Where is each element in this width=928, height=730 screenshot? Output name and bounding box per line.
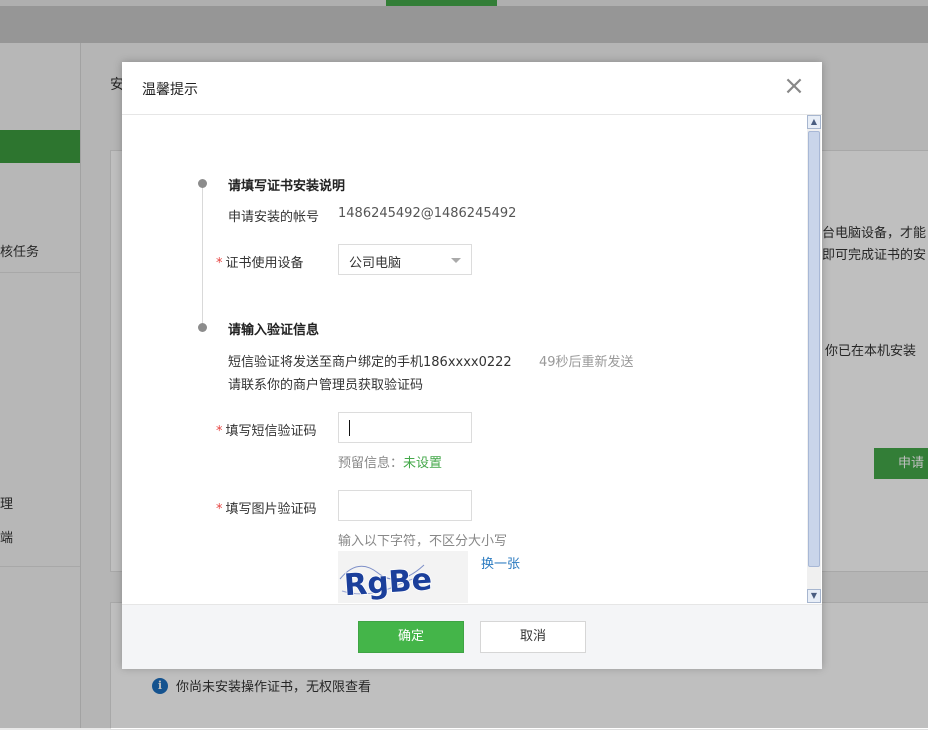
sms-code-label: * 填写短信验证码 xyxy=(216,420,317,439)
account-value: 1486245492@1486245492 xyxy=(338,206,517,221)
tips-dialog: 温馨提示 × 请填写证书安装说明 申请安装的帐号 1486245492@1486… xyxy=(122,62,822,669)
step-dot xyxy=(198,179,207,188)
step2-title: 请输入验证信息 xyxy=(228,323,320,338)
chevron-down-icon xyxy=(451,258,461,263)
dialog-scrollbar[interactable]: ▲ ▼ xyxy=(807,115,821,603)
img-code-hint: 输入以下字符，不区分大小写 xyxy=(338,534,508,549)
captcha-image[interactable]: RgBe xyxy=(338,551,468,603)
account-label: 申请安装的帐号 xyxy=(228,210,320,225)
dialog-title: 温馨提示 xyxy=(142,82,198,98)
confirm-button[interactable]: 确定 xyxy=(358,621,464,653)
required-mark: * xyxy=(216,502,223,517)
text-caret xyxy=(349,420,350,436)
close-icon[interactable]: × xyxy=(782,73,806,99)
captcha-text: RgBe xyxy=(343,562,433,603)
step1-title: 请填写证书安装说明 xyxy=(228,179,346,194)
scroll-up-icon[interactable]: ▲ xyxy=(807,115,821,129)
required-mark: * xyxy=(216,256,223,271)
device-label-text: 证书使用设备 xyxy=(225,256,304,271)
captcha-svg: RgBe xyxy=(338,551,468,603)
sms-info: 短信验证将发送至商户绑定的手机186xxxx0222 xyxy=(228,355,512,370)
dialog-footer: 确定 取消 xyxy=(122,604,822,669)
required-mark: * xyxy=(216,424,223,439)
device-select-value: 公司电脑 xyxy=(349,256,402,271)
sms-code-input[interactable] xyxy=(338,412,472,443)
img-code-label-text: 填写图片验证码 xyxy=(225,502,317,517)
scroll-thumb[interactable] xyxy=(808,131,820,567)
reserved-info-label: 预留信息： xyxy=(338,456,404,471)
img-code-input[interactable] xyxy=(338,490,472,521)
step-dot xyxy=(198,323,207,332)
reserved-info: 预留信息：未设置 xyxy=(338,452,442,471)
contact-info: 请联系你的商户管理员获取验证码 xyxy=(228,378,424,393)
refresh-captcha-link[interactable]: 换一张 xyxy=(481,553,520,572)
dialog-header: 温馨提示 × xyxy=(122,62,822,115)
device-select[interactable]: 公司电脑 xyxy=(338,244,472,275)
device-label: * 证书使用设备 xyxy=(216,252,304,271)
dialog-body: 请填写证书安装说明 申请安装的帐号 1486245492@1486245492 … xyxy=(122,115,806,603)
reserved-info-value: 未设置 xyxy=(403,456,443,471)
resend-countdown: 49秒后重新发送 xyxy=(539,355,634,370)
img-code-label: * 填写图片验证码 xyxy=(216,498,317,517)
cancel-button[interactable]: 取消 xyxy=(480,621,586,653)
step-connector xyxy=(202,187,203,329)
scroll-down-icon[interactable]: ▼ xyxy=(807,589,821,603)
sms-code-label-text: 填写短信验证码 xyxy=(225,424,317,439)
